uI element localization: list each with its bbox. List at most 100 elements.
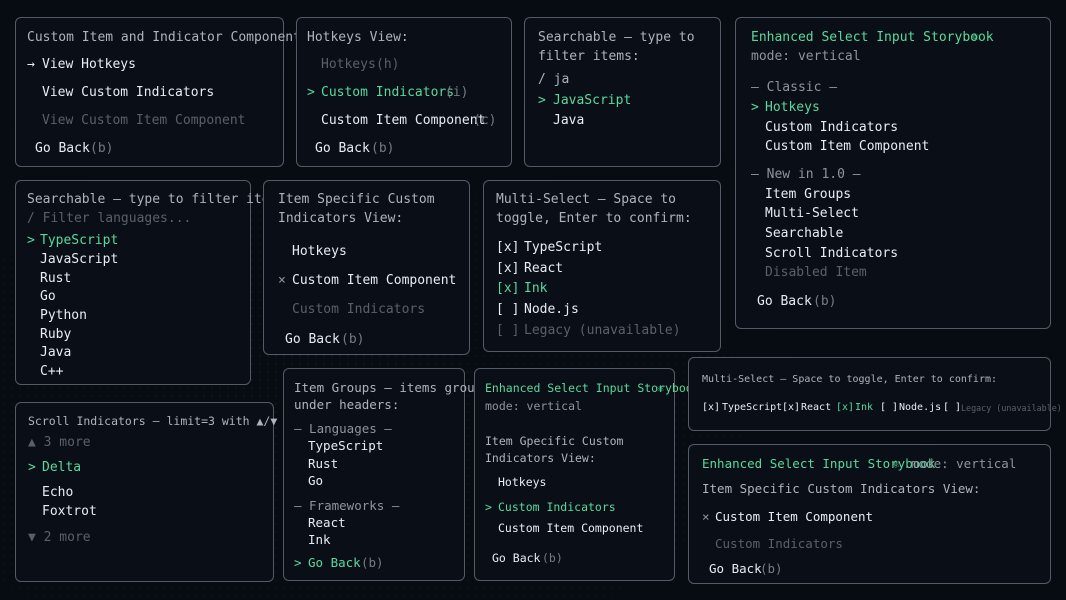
option-label-typescript: TypeScript: [722, 402, 783, 413]
checkbox-ink[interactable]: [x]: [496, 280, 519, 297]
mode-label: mode: vertical: [751, 49, 861, 64]
hotkey-hint-i: (i): [445, 85, 469, 100]
list-item-python[interactable]: Python: [40, 307, 87, 324]
mode-label: mode: vertical: [911, 456, 1017, 471]
list-item-ink[interactable]: Ink: [308, 531, 331, 548]
searchable-languages-panel: Searchable — type to filter items: / Fil…: [15, 180, 293, 385]
checkbox-legacy: [ ]: [496, 323, 520, 338]
menu-item-custom-indicators: Custom Indicators: [292, 302, 426, 317]
menu-item-searchable[interactable]: Searchable: [765, 225, 843, 242]
go-back-item[interactable]: Go Back: [35, 140, 90, 157]
menu-item-custom-item-component[interactable]: Custom Item Component: [715, 508, 873, 525]
menu-item-custom-item-component[interactable]: Custom Item Component: [292, 272, 456, 289]
checkbox-typescript[interactable]: [x]: [496, 239, 519, 256]
menu-item-custom-item-component[interactable]: Custom Item Component: [321, 112, 485, 129]
checkbox-react[interactable]: [x]: [782, 399, 800, 416]
list-item-go[interactable]: Go: [40, 288, 56, 305]
selection-indicator: >: [538, 93, 546, 108]
option-label-ink: Ink: [524, 281, 548, 296]
option-label-ink: Ink: [855, 402, 874, 413]
checkbox-react[interactable]: [x]: [496, 260, 519, 277]
option-label-react: React: [524, 261, 564, 276]
option-label-legacy: Legacy (unavailable): [524, 323, 681, 338]
menu-item-custom-item-component[interactable]: Custom Item Component: [498, 520, 643, 537]
multi-select-compact-panel: Multi-Select — Space to toggle, Enter to…: [688, 357, 1062, 431]
react-icon: ⚛: [892, 456, 900, 471]
menu-item-hotkeys[interactable]: Hotkeys: [292, 243, 347, 260]
menu-item-view-hotkeys[interactable]: View Hotkeys: [42, 56, 136, 73]
menu-item-custom-indicators[interactable]: Custom Indicators: [321, 84, 454, 101]
go-back-item[interactable]: Go Back: [709, 560, 762, 577]
menu-item-hotkeys[interactable]: Hotkeys: [321, 56, 376, 73]
react-icon: ⚛: [657, 381, 664, 395]
menu-item-item-groups[interactable]: Item Groups: [765, 186, 851, 203]
list-item-react[interactable]: React: [308, 514, 346, 531]
storybook-item-specific-panel: Enhanced Select Input Storybook ⚛ mode: …: [474, 368, 700, 581]
close-icon: ×: [702, 509, 710, 524]
list-item-foxtrot[interactable]: Foxtrot: [42, 503, 97, 520]
checkbox-nodejs[interactable]: [ ]: [880, 399, 898, 416]
panel-title: Searchable — type to filter items:: [27, 192, 294, 207]
go-back-hotkey-hint: (b): [341, 332, 365, 347]
checkbox-nodejs[interactable]: [ ]: [496, 301, 519, 318]
scroll-indicators-panel: Scroll Indicators — limit=3 with ▲/▼ cou…: [15, 402, 333, 582]
scroll-up-indicator: ▲ 3 more: [28, 435, 91, 450]
list-item-rust[interactable]: Rust: [40, 270, 71, 287]
menu-item-custom-indicators: Custom Indicators: [715, 536, 843, 551]
option-label-react: React: [801, 402, 832, 413]
menu-item-view-custom-indicators[interactable]: View Custom Indicators: [42, 84, 214, 101]
list-item-cpp[interactable]: C++: [40, 363, 63, 380]
panel-title: Multi-Select — Space to toggle, Enter to…: [702, 374, 998, 385]
list-item-echo[interactable]: Echo: [42, 484, 73, 501]
menu-item-custom-indicators[interactable]: Custom Indicators: [765, 119, 898, 136]
selection-indicator: >: [751, 100, 759, 115]
item-groups-panel: Item Groups — items grouped under header…: [283, 368, 497, 581]
menu-item-custom-indicators[interactable]: Custom Indicators: [498, 499, 616, 516]
go-back-item[interactable]: Go Back: [285, 331, 340, 348]
panel-title-line1: Item Specific Custom: [278, 192, 435, 207]
storybook-title: Enhanced Select Input Storybook: [751, 30, 994, 45]
menu-item-view-custom-item-component: View Custom Item Component: [42, 113, 246, 128]
scroll-down-indicator: ▼ 2 more: [28, 530, 91, 545]
react-icon: ⚛: [971, 30, 979, 45]
go-back-item[interactable]: Go Back: [315, 140, 370, 157]
option-label-nodejs: Node.js: [899, 402, 942, 413]
go-back-item[interactable]: Go Back: [492, 550, 540, 567]
storybook-title: Enhanced Select Input Storybook: [702, 456, 936, 471]
search-query[interactable]: / ja: [538, 71, 569, 88]
hotkeys-view-panel: Hotkeys View: Hotkeys (h) > Custom Indic…: [296, 17, 512, 167]
menu-item-hotkeys[interactable]: Hotkeys: [498, 474, 546, 491]
list-item-rust[interactable]: Rust: [308, 455, 338, 472]
panel-title-line2: toggle, Enter to confirm:: [496, 211, 692, 226]
go-back-item[interactable]: Go Back: [308, 554, 361, 571]
list-item-javascript[interactable]: JavaScript: [553, 92, 631, 109]
menu-item-hotkeys[interactable]: Hotkeys: [765, 99, 820, 116]
checkbox-ink[interactable]: [x]: [836, 399, 854, 416]
panel-title-line2: filter items:: [538, 49, 640, 64]
selection-indicator: >: [28, 460, 36, 475]
list-item-java[interactable]: Java: [553, 112, 584, 129]
list-item-javascript[interactable]: JavaScript: [40, 251, 118, 268]
panel-title-line1: Item Groups — items grouped: [294, 380, 498, 395]
view-title-line2: Indicators View:: [485, 451, 596, 465]
list-item-typescript[interactable]: TypeScript: [308, 437, 383, 454]
menu-item-custom-item-component[interactable]: Custom Item Component: [765, 138, 929, 155]
list-item-ruby[interactable]: Ruby: [40, 326, 71, 343]
option-label-nodejs: Node.js: [524, 302, 579, 317]
menu-item-scroll-indicators[interactable]: Scroll Indicators: [765, 245, 898, 262]
list-item-typescript[interactable]: TypeScript: [40, 232, 118, 249]
group-header-languages: — Languages —: [294, 421, 392, 436]
search-input[interactable]: / Filter languages...: [27, 210, 191, 227]
menu-item-multi-select[interactable]: Multi-Select: [765, 205, 859, 222]
list-item-java[interactable]: Java: [40, 344, 71, 361]
section-header-classic: — Classic —: [751, 80, 838, 95]
checkbox-typescript[interactable]: [x]: [702, 399, 720, 416]
panel-title-line1: Searchable — type to: [538, 30, 695, 45]
hotkey-hint-h: (h): [376, 57, 400, 72]
go-back-item[interactable]: Go Back: [757, 293, 812, 310]
list-item-delta[interactable]: Delta: [42, 459, 81, 476]
menu-item-disabled: Disabled Item: [765, 265, 867, 280]
option-label-legacy: Legacy (unavailable): [961, 403, 1062, 413]
go-back-hotkey-hint: (b): [760, 561, 783, 576]
list-item-go[interactable]: Go: [308, 472, 323, 489]
